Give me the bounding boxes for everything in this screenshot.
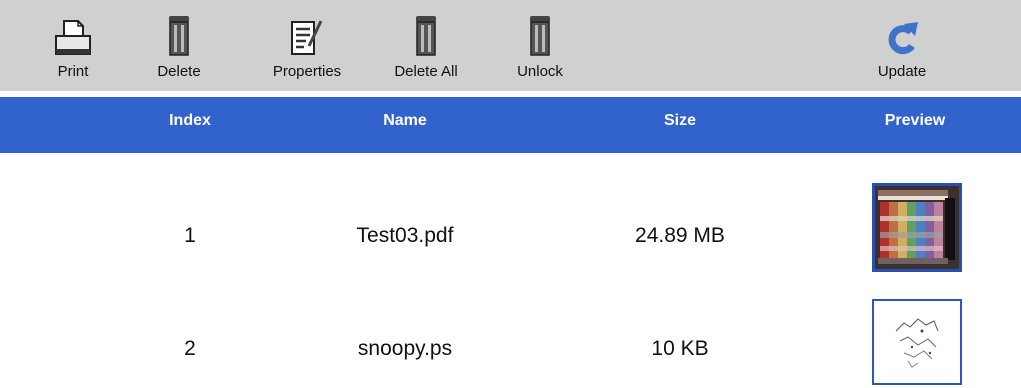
color-chart-thumbnail[interactable] bbox=[872, 183, 962, 272]
row-size: 24.89 MB bbox=[635, 224, 725, 247]
table-header: Index Name Size Preview bbox=[0, 97, 1021, 153]
printer-icon bbox=[54, 0, 92, 58]
print-label: Print bbox=[57, 63, 89, 80]
update-button[interactable]: Update bbox=[862, 0, 942, 91]
properties-icon bbox=[289, 0, 325, 58]
column-header-name[interactable]: Name bbox=[340, 97, 470, 145]
properties-label: Properties bbox=[272, 63, 342, 80]
row-index: 2 bbox=[184, 337, 196, 360]
delete-all-button[interactable]: Delete All bbox=[374, 0, 478, 91]
delete-button[interactable]: Delete bbox=[148, 0, 210, 91]
unlock-button[interactable]: Unlock bbox=[508, 0, 572, 91]
trash-icon bbox=[167, 0, 191, 58]
column-header-size[interactable]: Size bbox=[630, 97, 730, 145]
delete-all-label: Delete All bbox=[394, 63, 458, 80]
toolbar: Print Delete Properties Delete All Unloc… bbox=[0, 0, 1021, 91]
column-header-preview[interactable]: Preview bbox=[860, 97, 970, 145]
refresh-icon bbox=[885, 0, 919, 58]
row-name[interactable]: snoopy.ps bbox=[300, 334, 510, 364]
row-index: 1 bbox=[184, 224, 196, 247]
delete-label: Delete bbox=[157, 63, 201, 80]
column-header-index[interactable]: Index bbox=[140, 97, 240, 145]
line-drawing-thumbnail[interactable] bbox=[872, 299, 962, 385]
properties-button[interactable]: Properties bbox=[253, 0, 361, 91]
unlock-label: Unlock bbox=[517, 63, 563, 80]
update-label: Update bbox=[877, 63, 927, 80]
trash-icon bbox=[414, 0, 438, 58]
print-button[interactable]: Print bbox=[43, 0, 103, 91]
trash-icon bbox=[528, 0, 552, 58]
row-size: 10 KB bbox=[651, 337, 709, 360]
row-name[interactable]: Test03.pdf bbox=[300, 221, 510, 251]
